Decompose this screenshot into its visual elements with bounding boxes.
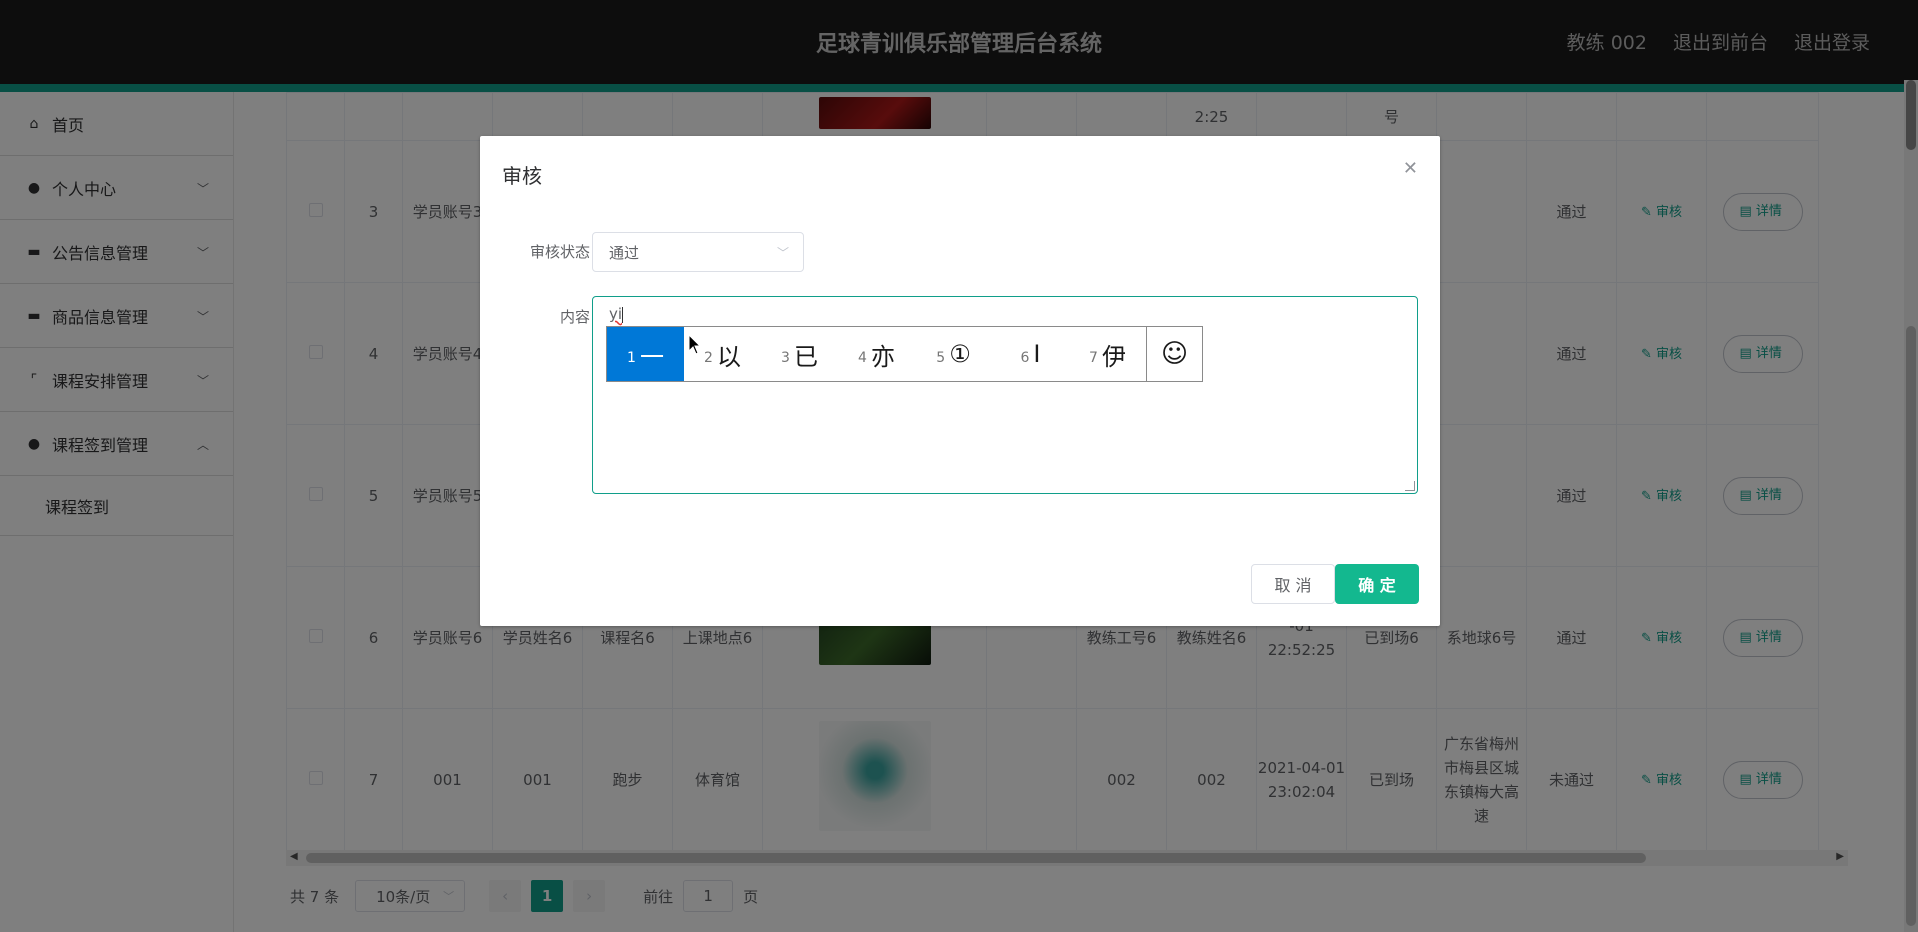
ime-candidate-1[interactable]: 1一 [607, 327, 684, 381]
cancel-button[interactable]: 取 消 [1251, 564, 1335, 604]
ime-candidate-6[interactable]: 6Ⅰ [992, 327, 1069, 381]
close-icon[interactable]: ✕ [1403, 158, 1418, 179]
ime-composition-text: yi [609, 305, 623, 323]
ime-candidate-5[interactable]: 5① [915, 327, 992, 381]
resize-handle[interactable] [1405, 481, 1415, 491]
confirm-button[interactable]: 确 定 [1335, 564, 1419, 604]
emoji-icon[interactable]: ☺ [1146, 327, 1202, 381]
chevron-down-icon: ﹀ [776, 246, 789, 260]
dialog-title: 审核 [502, 164, 542, 188]
status-label: 审核状态 [529, 243, 590, 261]
audit-status-select[interactable]: 通过 ﹀ [592, 232, 804, 272]
audit-dialog: 审核 ✕ 审核状态 通过 ﹀ 内容 yi 1一 2以 3已 4亦 5① 6Ⅰ 7… [480, 136, 1440, 626]
content-label: 内容 [559, 308, 590, 326]
mouse-pointer-icon [688, 334, 702, 355]
ime-candidate-3[interactable]: 3已 [761, 327, 838, 381]
ime-candidate-7[interactable]: 7伊 [1069, 327, 1146, 381]
ime-candidate-4[interactable]: 4亦 [838, 327, 915, 381]
text-caret [622, 306, 624, 323]
